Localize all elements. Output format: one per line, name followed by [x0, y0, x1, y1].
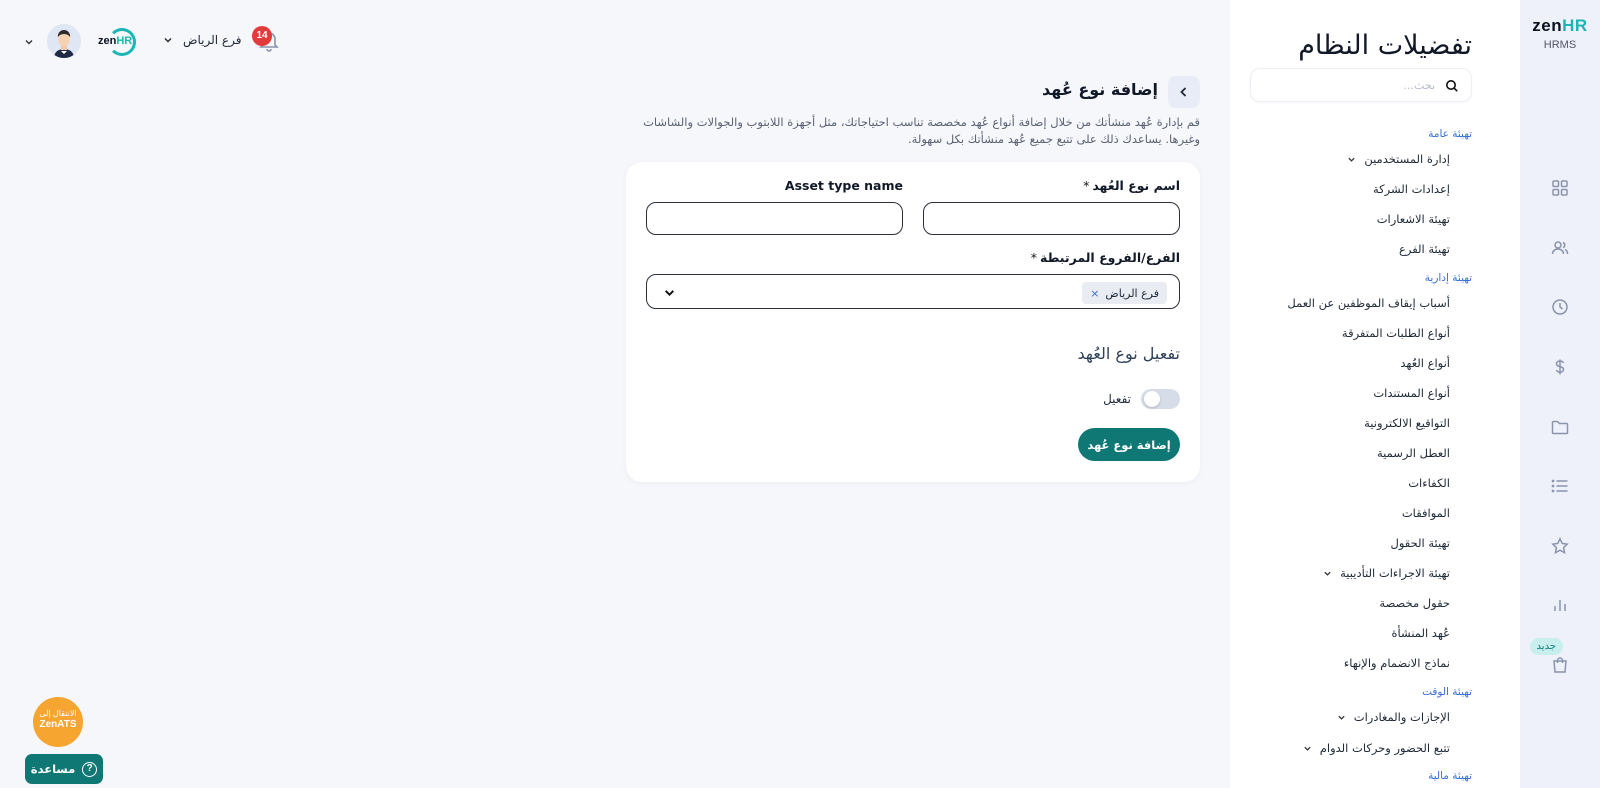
list-icon[interactable] — [1550, 476, 1570, 496]
sidebar-item-approvals[interactable]: الموافقات — [1402, 506, 1450, 520]
zenats-switch-button[interactable]: الانتقال إلى ZenATS — [33, 697, 83, 747]
section-heading-financial: تهيئة مالية — [1428, 770, 1472, 782]
chevron-left-icon — [1180, 87, 1187, 97]
page-title: إضافة نوع عُهد — [1042, 80, 1158, 99]
grid-icon[interactable] — [1550, 178, 1570, 198]
add-asset-type-button[interactable]: إضافة نوع عُهد — [1078, 428, 1180, 461]
chevron-down-icon — [1304, 746, 1311, 751]
sidebar-item-attendance-tracking[interactable]: تتبع الحضور وحركات الدوام — [1303, 741, 1450, 755]
name-en-label: Asset type name — [784, 178, 903, 193]
sidebar-item-e-signatures[interactable]: التواقيع الالكترونية — [1364, 416, 1450, 430]
question-icon: ? — [82, 761, 98, 777]
dollar-icon[interactable] — [1550, 357, 1570, 377]
sidebar-item-custom-fields[interactable]: حقول مخصصة — [1379, 596, 1450, 610]
section-heading-time: تهيئة الوقت — [1422, 686, 1472, 698]
required-mark: * — [1030, 250, 1038, 265]
sidebar-item-leaves[interactable]: الإجازات والمغادرات — [1337, 710, 1450, 724]
sidebar-item-branch-setup[interactable]: تهيئة الفرع — [1399, 242, 1450, 256]
avatar[interactable] — [47, 24, 81, 58]
chip-remove-icon[interactable]: × — [1090, 287, 1099, 300]
sidebar-item-public-holidays[interactable]: العطل الرسمية — [1377, 446, 1450, 460]
chevron-down-icon — [1348, 157, 1355, 162]
section-heading-administrative: تهيئة إدارية — [1424, 272, 1472, 284]
icon-rail: zenHR HRMS جديد — [1520, 0, 1600, 788]
zenhr-small-logo: zenHR — [98, 28, 138, 58]
bar-chart-icon[interactable] — [1550, 595, 1570, 615]
activation-toggle-row: تفعيل — [1103, 389, 1180, 409]
asset-type-name-ar-input[interactable] — [923, 202, 1180, 235]
star-icon[interactable] — [1550, 536, 1570, 556]
hrms-label: HRMS — [1543, 39, 1577, 51]
sidebar-item-notifications-setup[interactable]: تهيئة الاشعارات — [1377, 212, 1450, 226]
search-input[interactable] — [1265, 69, 1435, 101]
chevron-down-icon — [665, 290, 674, 297]
sidebar-item-disciplinary-actions[interactable]: تهيئة الاجراءات التأديبية — [1323, 566, 1450, 580]
asset-type-name-en-input[interactable] — [646, 202, 903, 235]
selected-branch-chip: فرع الرياض × — [1082, 282, 1167, 304]
sidebar-item-fields-setup[interactable]: تهيئة الحقول — [1391, 536, 1451, 550]
search-icon — [1445, 78, 1459, 92]
top-bar: 14 فرع الرياض zenHR — [0, 0, 300, 84]
sidebar-search — [1250, 68, 1472, 102]
chevron-down-icon — [1324, 571, 1331, 576]
required-mark: * — [1083, 178, 1090, 193]
users-icon[interactable] — [1550, 238, 1570, 258]
back-button[interactable] — [1168, 76, 1200, 108]
branches-multiselect[interactable]: فرع الرياض × — [646, 274, 1180, 309]
new-badge: جديد — [1529, 638, 1563, 655]
sidebar-item-onboarding-offboarding[interactable]: نماذج الانضمام والإنهاء — [1344, 656, 1450, 670]
activation-toggle-label: تفعيل — [1103, 392, 1131, 406]
activation-heading: تفعيل نوع العُهد — [1077, 344, 1180, 363]
asset-type-form-card: اسم نوع العُهد* Asset type name الفرع/ال… — [626, 162, 1200, 482]
branch-selector-label: فرع الرياض — [183, 33, 242, 47]
sidebar-item-company-assets[interactable]: عُهد المنشأة — [1392, 626, 1450, 640]
sidebar-title: تفضيلات النظام — [1298, 30, 1472, 61]
section-heading-general: تهيئة عامة — [1428, 128, 1472, 140]
help-button[interactable]: ? مساعدة — [25, 754, 103, 784]
shopping-bag-icon[interactable] — [1550, 655, 1570, 675]
help-label: مساعدة — [30, 762, 76, 776]
name-ar-label: اسم نوع العُهد* — [1083, 178, 1180, 193]
sidebar-item-document-types[interactable]: أنواع المستندات — [1373, 386, 1450, 400]
settings-sidebar: تفضيلات النظام تهيئة عامة إدارة المستخدم… — [1230, 0, 1520, 788]
chevron-down-icon[interactable] — [24, 37, 34, 47]
folder-icon[interactable] — [1550, 417, 1570, 437]
branches-label: الفرع/الفروع المرتبطة* — [1030, 250, 1180, 265]
notification-count-badge: 14 — [252, 26, 272, 46]
sidebar-item-misc-request-types[interactable]: أنواع الطلبات المتفرقة — [1342, 326, 1450, 340]
chevron-down-icon — [164, 38, 172, 43]
sidebar-item-competencies[interactable]: الكفاءات — [1408, 476, 1450, 490]
zenhr-logo[interactable]: zenHR HRMS — [1530, 16, 1590, 51]
sidebar-item-company-settings[interactable]: إعدادات الشركة — [1373, 182, 1450, 196]
branch-selector[interactable]: فرع الرياض — [163, 33, 241, 47]
sidebar-item-suspension-reasons[interactable]: أسباب إيقاف الموظفين عن العمل — [1287, 296, 1450, 310]
sidebar-item-asset-types[interactable]: أنواع العُهد — [1400, 356, 1450, 370]
sidebar-item-user-management[interactable]: إدارة المستخدمين — [1347, 152, 1450, 166]
page-description: قم بإدارة عُهد منشأتك من خلال إضافة أنوا… — [643, 115, 1200, 146]
clock-icon[interactable] — [1550, 297, 1570, 317]
activation-toggle[interactable] — [1141, 389, 1180, 409]
chevron-down-icon — [1338, 715, 1345, 720]
